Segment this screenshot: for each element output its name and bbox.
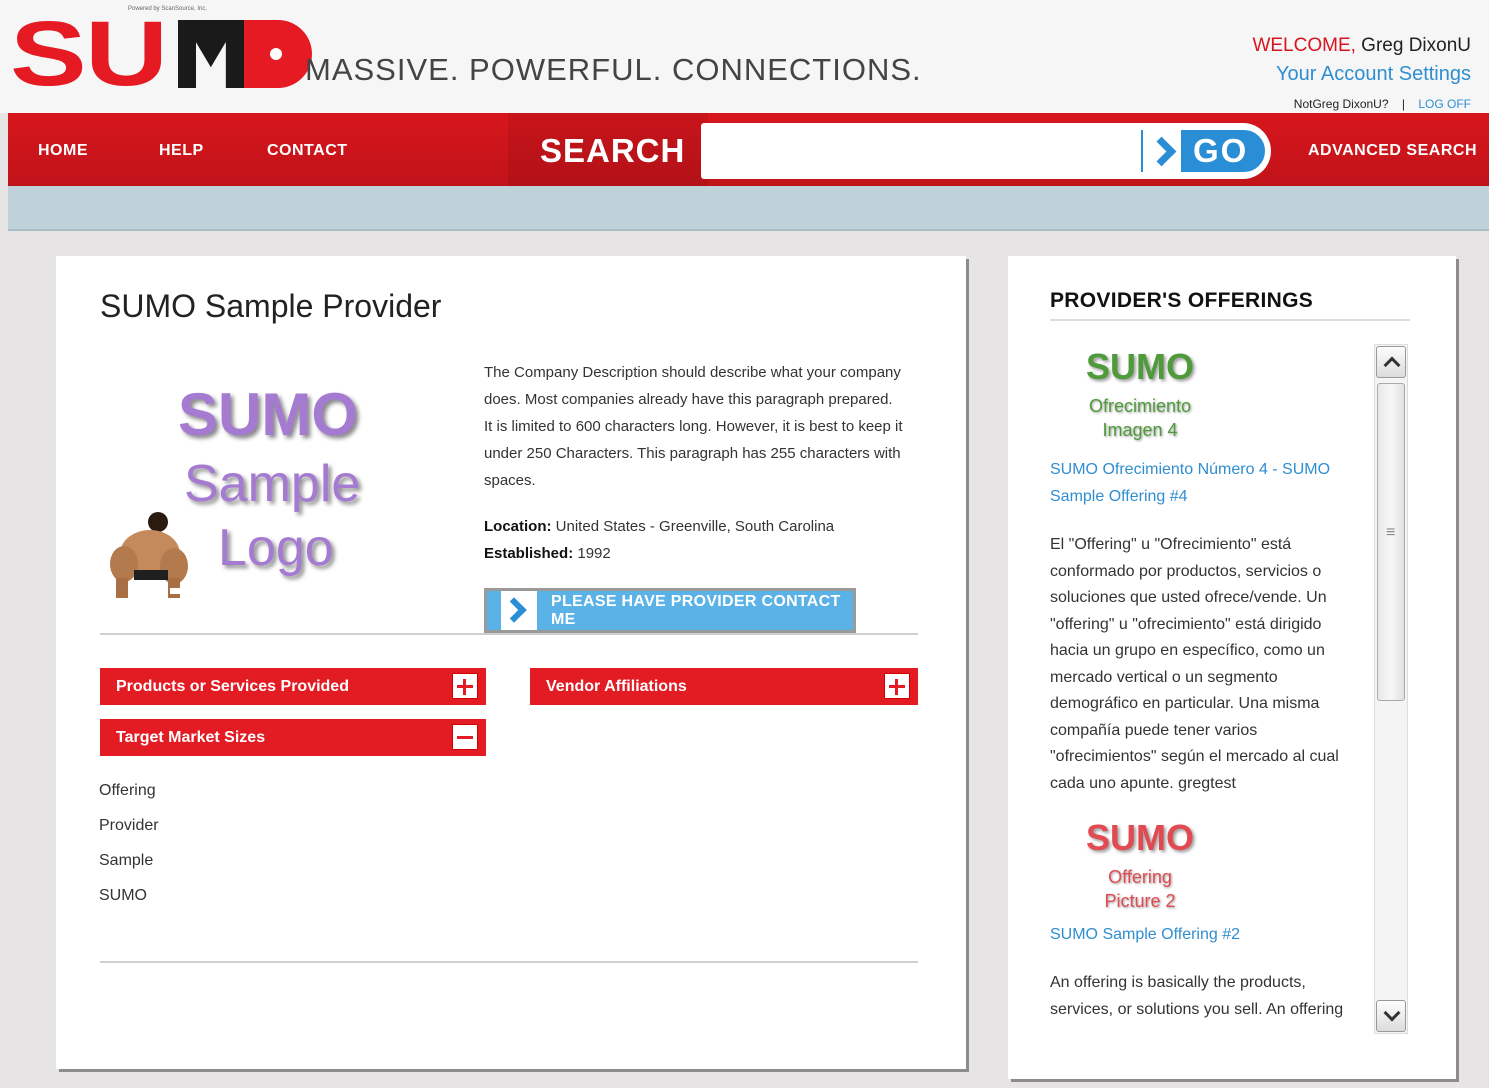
offering-link[interactable]: SUMO Sample Offering #2 — [1050, 921, 1362, 948]
offerings-title: PROVIDER'S OFFERINGS — [1050, 289, 1314, 312]
main-nav: HOME HELP CONTACT SEARCH GO ADVANCED SEA… — [8, 113, 1489, 186]
welcome-label: WELCOME, — [1252, 35, 1356, 56]
contact-provider-label: PLEASE HAVE PROVIDER CONTACT ME — [550, 592, 841, 628]
logo-letter-u: U — [85, 3, 168, 105]
offerings-list[interactable]: SUMO Ofrecimiento Imagen 4 SUMO Ofrecimie… — [1050, 346, 1362, 1032]
offering-item: SUMO Ofrecimiento Imagen 4 SUMO Ofrecimie… — [1050, 346, 1362, 797]
page-title: SUMO Sample Provider — [100, 288, 442, 324]
plus-icon[interactable] — [452, 673, 478, 699]
logo-letter-m — [177, 20, 244, 88]
divider — [100, 633, 918, 635]
category-products-toggle[interactable]: Products or Services Provided — [100, 668, 486, 705]
arrow-right-icon — [501, 591, 537, 630]
nav-help[interactable]: HELP — [159, 142, 204, 160]
tag-item[interactable]: SUMO — [99, 883, 159, 918]
separator: | — [1401, 97, 1405, 111]
scroll-up-icon[interactable] — [1376, 346, 1406, 378]
sumo-logo[interactable]: S U — [10, 8, 312, 100]
welcome-text: WELCOME, Greg DixonU — [1252, 35, 1471, 57]
account-settings-link[interactable]: Your Account Settings — [1276, 63, 1471, 86]
offerings-panel: PROVIDER'S OFFERINGS SUMO Ofrecimiento Im… — [1008, 256, 1456, 1079]
scroll-thumb[interactable] — [1377, 383, 1405, 701]
logo-letter-o — [243, 20, 312, 88]
divider — [1050, 319, 1410, 321]
user-name: Greg DixonU — [1361, 35, 1471, 56]
tag-list: Offering Provider Sample SUMO — [99, 778, 159, 918]
contact-provider-button[interactable]: PLEASE HAVE PROVIDER CONTACT ME — [484, 588, 856, 633]
nav-contact[interactable]: CONTACT — [267, 142, 348, 160]
log-off-link[interactable]: LOG OFF — [1418, 97, 1471, 111]
nav-home[interactable]: HOME — [38, 142, 88, 160]
offering-description: An offering is basically the products, s… — [1050, 974, 1344, 1018]
not-user-row: NotGreg DixonU? | LOG OFF — [1294, 97, 1471, 111]
plus-icon[interactable] — [884, 673, 910, 699]
divider — [100, 961, 918, 963]
advanced-search-link[interactable]: ADVANCED SEARCH — [1308, 142, 1477, 160]
company-description: The Company Description should describe … — [484, 364, 903, 489]
location-value: United States - Greenville, South Caroli… — [555, 518, 835, 535]
go-label: GO — [1193, 132, 1249, 169]
tag-item[interactable]: Offering — [99, 778, 159, 813]
minus-icon[interactable] — [452, 724, 478, 750]
search-label: SEARCH — [540, 132, 686, 169]
location-info: Location: United States - Greenville, So… — [484, 518, 835, 562]
tag-item[interactable]: Provider — [99, 813, 159, 848]
logo-letter-s: S — [10, 3, 87, 105]
offerings-scrollbar[interactable] — [1374, 344, 1408, 1034]
offering-description: El "Offering" u "Ofrecimiento" está conf… — [1050, 536, 1339, 792]
offering-link[interactable]: SUMO Ofrecimiento Número 4 - SUMO Sample… — [1050, 456, 1362, 510]
sumo-wrestler-icon — [110, 512, 188, 598]
offering-item: SUMO Offering Picture 2 SUMO Sample Offer… — [1050, 817, 1362, 1023]
sub-bar — [8, 186, 1489, 231]
offering-image[interactable]: SUMO Ofrecimiento Imagen 4 — [1050, 346, 1230, 446]
arrow-right-icon — [1143, 130, 1181, 172]
provider-logo: SUMO Sample Logo — [100, 376, 400, 606]
not-user-link[interactable]: NotGreg DixonU? — [1294, 97, 1389, 111]
offering-image[interactable]: SUMO Offering Picture 2 — [1050, 817, 1230, 917]
established-value: 1992 — [577, 545, 611, 562]
category-target-toggle[interactable]: Target Market Sizes — [100, 719, 486, 756]
tagline: MASSIVE. POWERFUL. CONNECTIONS. — [305, 52, 922, 87]
category-vendor-toggle[interactable]: Vendor Affiliations — [530, 668, 918, 705]
scroll-down-icon[interactable] — [1376, 1000, 1406, 1032]
tag-item[interactable]: Sample — [99, 848, 159, 883]
provider-panel: SUMO Sample Provider SUMO Sample Logo Th… — [56, 256, 966, 1069]
go-button[interactable]: GO — [1139, 128, 1267, 174]
header: Powered by ScanSource, Inc. S U MASSIVE.… — [0, 0, 1489, 113]
